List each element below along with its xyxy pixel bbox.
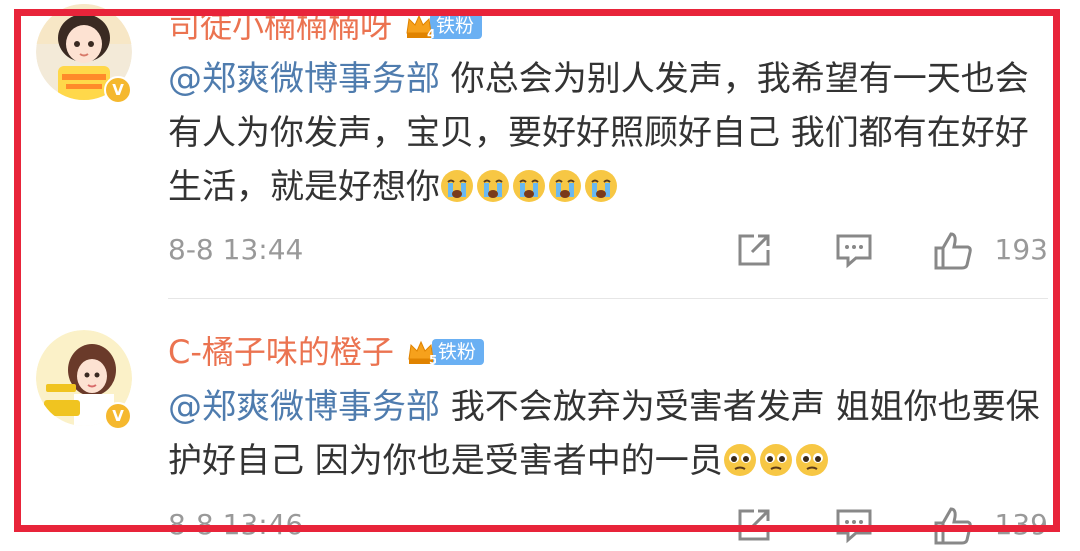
fan-level: 5 [429,353,436,367]
crying-emoji [512,165,546,202]
comment-time: 8-8 13:44 [168,233,304,266]
like-icon[interactable] [932,505,974,545]
crown-icon: 4 [404,11,435,41]
mention-link[interactable]: @郑爽微博事务部 [168,387,440,427]
fan-tag: 铁粉 [430,13,483,39]
pleading-emoji [795,439,829,476]
verified-icon: V [104,76,132,104]
like-icon[interactable] [932,230,974,270]
share-icon[interactable] [734,505,774,545]
emoji-group [440,167,620,207]
like-count: 193 [994,233,1048,266]
share-icon[interactable] [734,230,774,270]
crying-emoji [440,165,474,202]
pleading-emoji [723,439,757,476]
emoji-group [723,441,831,481]
fan-badge: 5 铁粉 [406,337,484,367]
comment-icon[interactable] [834,230,874,270]
comment-icon[interactable] [834,505,874,545]
fan-tag: 铁粉 [431,339,484,365]
fan-level: 4 [427,27,434,41]
username[interactable]: C-橘子味的橙子 [168,332,394,372]
pleading-emoji [759,439,793,476]
crying-emoji [548,165,582,202]
crying-emoji [476,165,510,202]
username[interactable]: 司徒小楠楠楠呀 [168,6,392,46]
comment-meta: 8-8 13:44 193 [168,230,1048,270]
comment-meta: 8-8 13:46 139 [168,505,1048,545]
verified-icon: V [104,402,132,430]
like-count: 139 [994,508,1048,541]
comment-text: @郑爽微博事务部 我不会放弃为受害者发声 姐姐你也要保护好自己 因为你也是受害者… [168,380,1048,488]
name-row: C-橘子味的橙子 5 铁粉 [168,332,484,372]
fan-badge: 4 铁粉 [404,11,483,41]
name-row: 司徒小楠楠楠呀 4 铁粉 [168,6,483,46]
comment-time: 8-8 13:46 [168,508,304,541]
comment-text: @郑爽微博事务部 你总会为别人发声，我希望有一天也会有人为你发声，宝贝，要好好照… [168,52,1048,214]
crown-icon: 5 [406,337,437,367]
divider [168,298,1048,299]
crying-emoji [584,165,618,202]
mention-link[interactable]: @郑爽微博事务部 [168,59,440,99]
